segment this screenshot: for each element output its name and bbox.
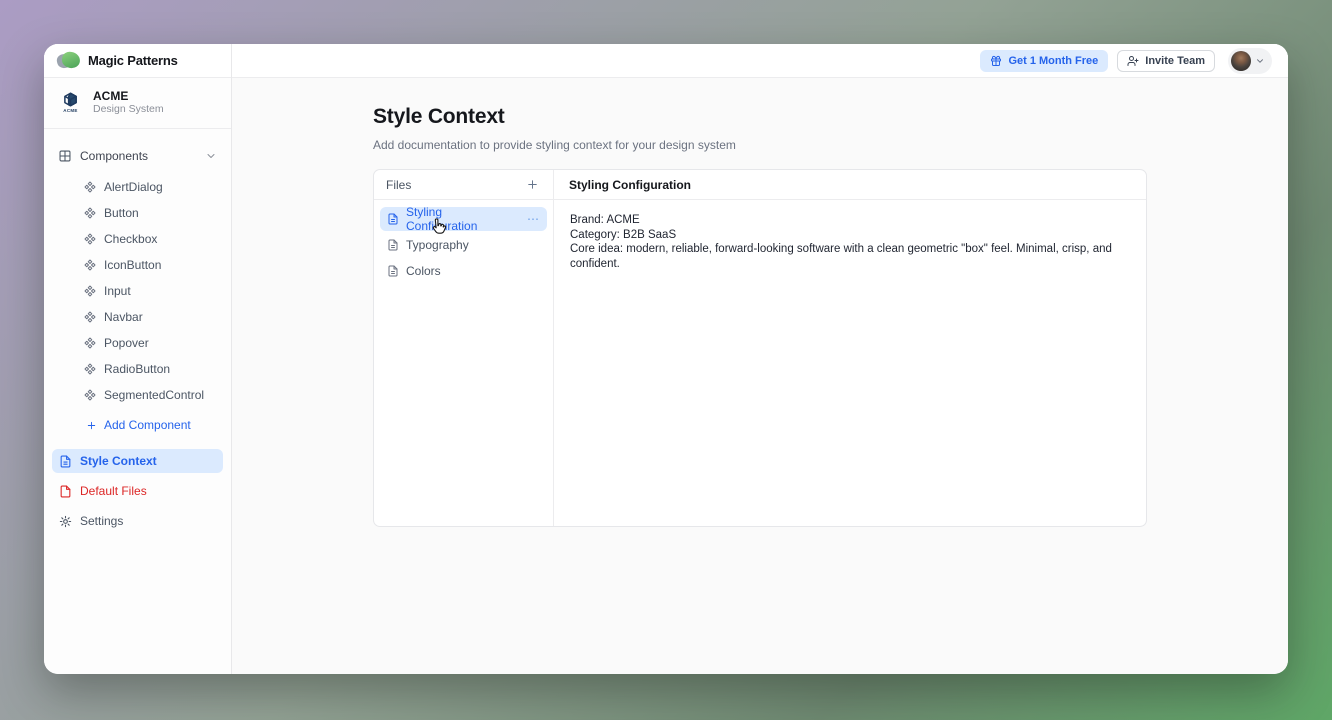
- doc-line-core-idea: Core idea: modern, reliable, forward-loo…: [570, 242, 1130, 271]
- get-month-free-label: Get 1 Month Free: [1008, 55, 1098, 67]
- doc-line-category: Category: B2B SaaS: [570, 228, 1130, 243]
- files-panel-header: Files: [374, 170, 554, 200]
- file-label: Styling Configuration: [406, 205, 513, 233]
- topbar: Get 1 Month Free Invite Team: [232, 44, 1288, 78]
- chevron-down-icon: [1255, 56, 1265, 66]
- sidebar-item-alertdialog[interactable]: AlertDialog: [44, 174, 231, 200]
- component-icon: [84, 259, 96, 271]
- account-menu[interactable]: [1228, 48, 1272, 74]
- plus-icon: [86, 420, 97, 431]
- main-area: Get 1 Month Free Invite Team Style Conte…: [232, 44, 1288, 674]
- avatar: [1231, 51, 1251, 71]
- style-context-panel: Files Styling Configuration: [373, 169, 1147, 527]
- file-label: Colors: [406, 264, 441, 278]
- app-brand-name: Magic Patterns: [88, 53, 178, 68]
- sidebar-item-segmentedcontrol[interactable]: SegmentedControl: [44, 382, 231, 408]
- settings-label: Settings: [80, 514, 123, 528]
- component-label: SegmentedControl: [104, 388, 204, 402]
- file-text-icon: [387, 239, 399, 251]
- workspace-switcher[interactable]: ACME ACME Design System: [44, 78, 231, 129]
- component-icon: [84, 181, 96, 193]
- doc-line-brand: Brand: ACME: [570, 213, 1130, 228]
- sidebar: Magic Patterns ACME ACME Design System: [44, 44, 232, 674]
- page-title: Style Context: [373, 105, 1147, 129]
- component-icon: [84, 233, 96, 245]
- desktop-background: { "window": { "brand": "Magic Patterns" …: [0, 0, 1332, 720]
- add-component-label: Add Component: [104, 418, 191, 432]
- invite-team-label: Invite Team: [1145, 55, 1205, 67]
- components-section-label: Components: [80, 149, 148, 163]
- invite-team-button[interactable]: Invite Team: [1117, 50, 1215, 72]
- file-item-typography[interactable]: Typography: [380, 233, 547, 257]
- doc-header-label: Styling Configuration: [569, 178, 691, 192]
- gear-icon: [59, 515, 72, 528]
- sidebar-item-radiobutton[interactable]: RadioButton: [44, 356, 231, 382]
- component-icon: [84, 389, 96, 401]
- add-file-button[interactable]: [523, 176, 541, 194]
- file-menu-button[interactable]: ⋯: [527, 214, 540, 224]
- component-icon: [84, 337, 96, 349]
- style-context-label: Style Context: [80, 454, 157, 468]
- sidebar-item-navbar[interactable]: Navbar: [44, 304, 231, 330]
- sidebar-item-default-files[interactable]: Default Files: [52, 479, 223, 503]
- add-component-button[interactable]: Add Component: [44, 411, 231, 439]
- doc-content: Brand: ACME Category: B2B SaaS Core idea…: [554, 200, 1146, 526]
- file-text-icon: [387, 265, 399, 277]
- components-section-toggle[interactable]: Components: [44, 142, 231, 170]
- default-files-label: Default Files: [80, 484, 147, 498]
- component-label: IconButton: [104, 258, 161, 272]
- app-window: Magic Patterns ACME ACME Design System: [44, 44, 1288, 674]
- sidebar-item-style-context[interactable]: Style Context: [52, 449, 223, 473]
- files-header-label: Files: [386, 178, 411, 192]
- file-text-icon: [59, 455, 72, 468]
- component-icon: [84, 285, 96, 297]
- workspace-name: ACME: [93, 89, 164, 103]
- magic-patterns-logo-icon: [57, 52, 81, 70]
- sidebar-item-iconbutton[interactable]: IconButton: [44, 252, 231, 278]
- sidebar-item-input[interactable]: Input: [44, 278, 231, 304]
- component-label: RadioButton: [104, 362, 170, 376]
- acme-logo-icon: ACME: [57, 89, 84, 116]
- sidebar-item-settings[interactable]: Settings: [52, 509, 223, 533]
- gift-icon: [990, 55, 1002, 67]
- doc-panel-header: Styling Configuration: [554, 170, 1146, 200]
- component-label: Navbar: [104, 310, 143, 324]
- sidebar-item-button[interactable]: Button: [44, 200, 231, 226]
- sidebar-item-checkbox[interactable]: Checkbox: [44, 226, 231, 252]
- workspace-subtitle: Design System: [93, 103, 164, 116]
- file-icon: [59, 485, 72, 498]
- get-month-free-button[interactable]: Get 1 Month Free: [980, 50, 1108, 72]
- page-content: Style Context Add documentation to provi…: [232, 78, 1288, 674]
- component-label: AlertDialog: [104, 180, 163, 194]
- file-item-colors[interactable]: Colors: [380, 259, 547, 283]
- component-label: Input: [104, 284, 131, 298]
- component-icon: [84, 207, 96, 219]
- component-label: Checkbox: [104, 232, 157, 246]
- component-label: Button: [104, 206, 139, 220]
- file-item-styling-configuration[interactable]: Styling Configuration ⋯: [380, 207, 547, 231]
- file-text-icon: [387, 213, 399, 225]
- components-list: AlertDialog Button Checkbox IconButton I…: [44, 174, 231, 408]
- component-icon: [84, 311, 96, 323]
- file-label: Typography: [406, 238, 469, 252]
- component-label: Popover: [104, 336, 149, 350]
- grid-icon: [58, 149, 72, 163]
- sidebar-item-popover[interactable]: Popover: [44, 330, 231, 356]
- user-plus-icon: [1127, 55, 1139, 67]
- acme-logo-text: ACME: [63, 108, 77, 113]
- component-icon: [84, 363, 96, 375]
- page-subtitle: Add documentation to provide styling con…: [373, 138, 1147, 152]
- app-logo[interactable]: Magic Patterns: [44, 44, 231, 78]
- files-list: Styling Configuration ⋯ Typography: [374, 200, 554, 526]
- chevron-down-icon: [205, 150, 217, 162]
